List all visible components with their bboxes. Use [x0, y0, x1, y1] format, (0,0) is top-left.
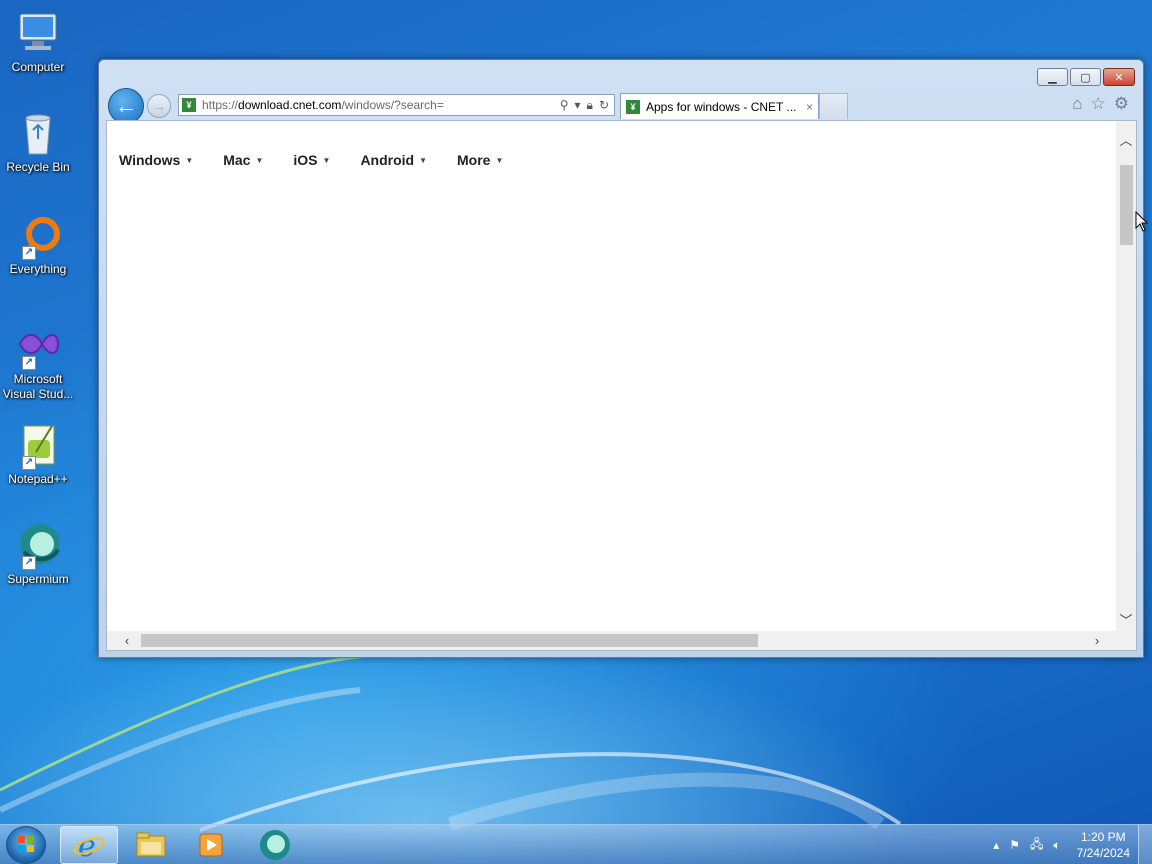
desktop-icon-everything[interactable]: ↗ Everything: [2, 212, 74, 277]
refresh-icon[interactable]: ↻: [599, 98, 609, 113]
nav-windows[interactable]: Windows ▼: [119, 152, 193, 168]
visual-studio-icon: ↗: [14, 322, 62, 370]
window-controls: ▁ ▢ ✕: [1037, 68, 1135, 86]
scroll-up-icon[interactable]: ︿: [1116, 131, 1136, 151]
system-tray: ▴ ⚑ 🖧︎ 🔈︎ 1:20 PM 7/24/2024: [993, 825, 1130, 864]
minimize-button[interactable]: ▁: [1037, 68, 1068, 86]
scroll-right-icon[interactable]: ›: [1087, 631, 1107, 650]
shortcut-arrow-icon: ↗: [22, 356, 36, 370]
tab-title: Apps for windows - CNET ...: [646, 99, 797, 114]
taskbar-internet-explorer[interactable]: e: [60, 826, 118, 864]
shortcut-arrow-icon: ↗: [22, 456, 36, 470]
nav-mac[interactable]: Mac ▼: [223, 152, 263, 168]
url-host: download.cnet.com: [238, 98, 342, 112]
cnet-favicon-icon: ¥: [626, 99, 640, 114]
desktop-icon-notepadpp[interactable]: ↗ Notepad++: [2, 422, 74, 487]
desktop-icon-visual-studio[interactable]: ↗ Microsoft Visual Stud...: [2, 322, 74, 402]
caret-down-icon: ▼: [185, 155, 194, 165]
forward-button[interactable]: →: [147, 94, 171, 118]
caret-down-icon: ▼: [255, 155, 264, 165]
desktop-icon-label: Supermium: [7, 572, 69, 586]
url-path: /windows/?search=: [341, 98, 444, 112]
internet-explorer-icon: e: [73, 829, 105, 862]
network-icon[interactable]: 🖧︎: [1030, 835, 1043, 856]
back-arrow-icon: ←: [115, 93, 137, 118]
toolbar-icons: ⌂ ☆ ⚙: [1072, 94, 1129, 114]
taskbar-supermium[interactable]: [246, 826, 304, 864]
horizontal-scroll-thumb[interactable]: [141, 634, 758, 647]
desktop-icon-label: Computer: [11, 60, 65, 74]
desktop-icon-supermium[interactable]: ↗ Supermium: [2, 522, 74, 587]
taskbar: e ▴ ⚑ 🖧︎ 🔈︎ 1:20 PM 7/24/2024: [0, 824, 1152, 864]
shortcut-arrow-icon: ↗: [22, 246, 36, 260]
computer-icon: [14, 10, 62, 58]
clock-date: 7/24/2024: [1076, 846, 1130, 860]
favorites-star-icon[interactable]: ☆: [1091, 94, 1106, 114]
desktop-icon-label: Microsoft Visual Stud...: [2, 372, 74, 401]
clock-time: 1:20 PM: [1080, 830, 1126, 844]
cnet-favicon-icon: ¥: [182, 98, 196, 112]
search-icon[interactable]: ⚲: [560, 98, 569, 113]
clock[interactable]: 1:20 PM 7/24/2024: [1077, 829, 1130, 861]
scroll-down-icon[interactable]: ﹀: [1116, 611, 1136, 631]
desktop-icon-recycle-bin[interactable]: Recycle Bin: [2, 110, 74, 175]
nav-ios[interactable]: iOS ▼: [293, 152, 330, 168]
page-content: Windows ▼ Mac ▼ iOS ▼ Android ▼ More ▼ ︿ ﹀ ‹ …: [106, 120, 1137, 651]
caret-down-icon: ▼: [419, 155, 428, 165]
caret-down-icon: ▼: [322, 155, 331, 165]
maximize-button[interactable]: ▢: [1070, 68, 1101, 86]
scroll-left-icon[interactable]: ‹: [117, 631, 137, 650]
home-icon[interactable]: ⌂: [1072, 94, 1082, 114]
supermium-icon: ↗: [14, 522, 62, 570]
start-button[interactable]: [6, 826, 46, 864]
file-explorer-icon: [136, 832, 166, 857]
new-tab-button[interactable]: [819, 93, 848, 119]
close-window-button[interactable]: ✕: [1103, 68, 1135, 86]
everything-icon: ↗: [14, 212, 62, 260]
vertical-scroll-thumb[interactable]: [1120, 165, 1133, 245]
shortcut-arrow-icon: ↗: [22, 556, 36, 570]
volume-muted-icon[interactable]: 🔈︎: [1053, 838, 1060, 853]
browser-window: ▁ ▢ ✕ ← → ¥ https://download.cnet.com/wi…: [98, 59, 1144, 658]
nav-android[interactable]: Android ▼: [360, 152, 427, 168]
lock-icon[interactable]: 🔒︎: [587, 98, 593, 113]
platform-nav: Windows ▼ Mac ▼ iOS ▼ Android ▼ More ▼: [119, 152, 533, 168]
tab-close-icon[interactable]: ×: [806, 100, 813, 114]
horizontal-scrollbar[interactable]: ‹ ›: [107, 631, 1117, 650]
nav-more[interactable]: More ▼: [457, 152, 503, 168]
mouse-cursor-icon: [1135, 211, 1149, 232]
windows-logo-icon: [18, 836, 34, 852]
caret-down-icon: ▼: [495, 155, 504, 165]
scrollbar-corner: [1116, 631, 1136, 650]
tab-cnet[interactable]: ¥ Apps for windows - CNET ... ×: [620, 93, 819, 119]
recycle-bin-icon: [14, 110, 62, 158]
back-button[interactable]: ←: [108, 88, 144, 124]
supermium-icon: [260, 830, 290, 860]
dropdown-arrow-icon[interactable]: ▾: [575, 98, 581, 113]
media-player-icon: [199, 833, 223, 857]
taskbar-file-explorer[interactable]: [122, 826, 180, 864]
desktop-icon-label: Recycle Bin: [6, 160, 70, 174]
show-hidden-icons-icon[interactable]: ▴: [993, 838, 999, 852]
address-bar[interactable]: ¥ https://download.cnet.com/windows/?sea…: [178, 94, 615, 116]
forward-arrow-icon: →: [152, 98, 166, 114]
desktop-icon-label: Everything: [9, 262, 67, 276]
action-center-flag-icon[interactable]: ⚑: [1009, 838, 1020, 852]
taskbar-media-player[interactable]: [182, 826, 240, 864]
desktop-icon-computer[interactable]: Computer: [2, 10, 74, 75]
desktop-icon-label: Notepad++: [8, 472, 68, 486]
settings-gear-icon[interactable]: ⚙: [1114, 94, 1129, 114]
show-desktop-button[interactable]: [1138, 825, 1152, 864]
notepadpp-icon: ↗: [14, 422, 62, 470]
vertical-scrollbar[interactable]: ︿ ﹀: [1116, 121, 1136, 633]
svg-text:e: e: [78, 829, 96, 862]
url-scheme: https://: [202, 98, 239, 112]
